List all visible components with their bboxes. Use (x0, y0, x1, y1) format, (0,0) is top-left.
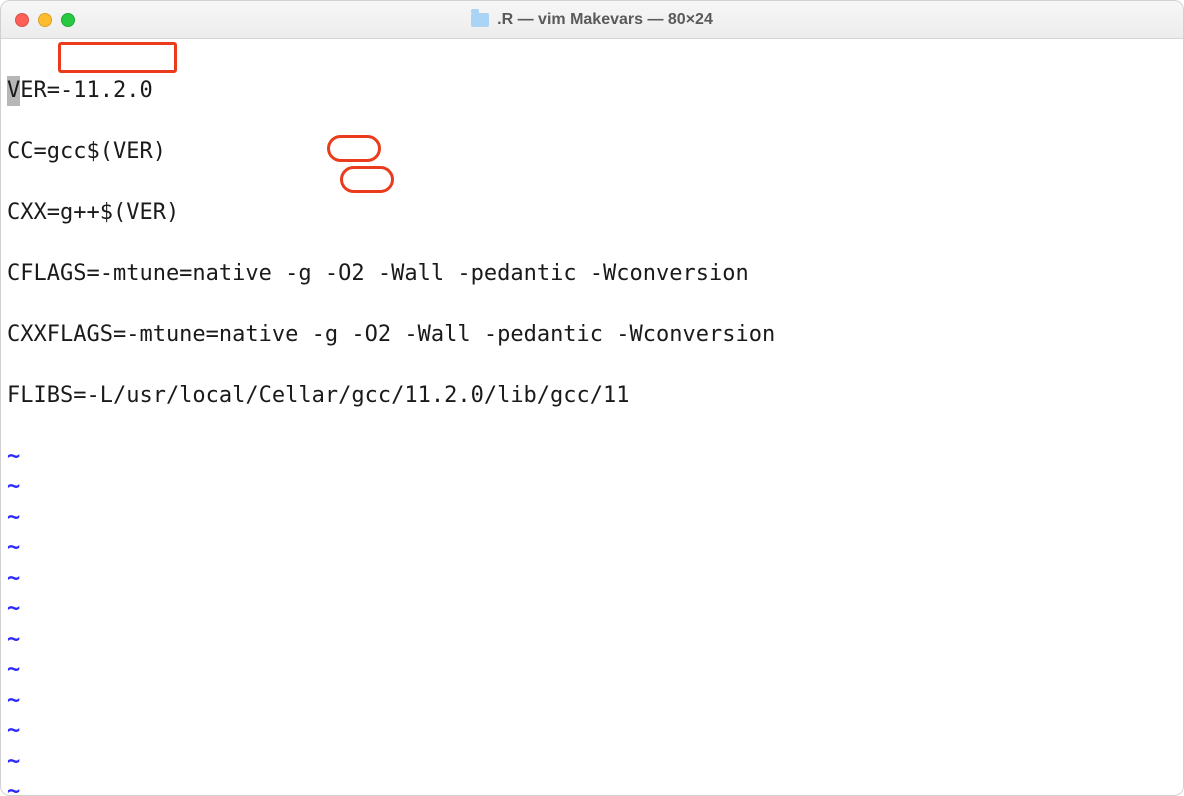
terminal-viewport[interactable]: VER=-11.2.0 CC=gcc$(VER) CXX=g++$(VER) C… (1, 39, 1183, 796)
vim-empty-line: ~ (7, 747, 1177, 778)
text: -Wall -pedantic -Wconversion (391, 322, 775, 347)
editor-line: CXXFLAGS=-mtune=native -g -O2 -Wall -ped… (7, 320, 1177, 351)
tilde-marker: ~ (7, 688, 20, 713)
tilde-marker: ~ (7, 779, 20, 796)
vim-empty-line: ~ (7, 472, 1177, 503)
window-titlebar: .R — vim Makevars — 80×24 (1, 1, 1183, 39)
vim-empty-line: ~ (7, 594, 1177, 625)
tilde-marker: ~ (7, 596, 20, 621)
folder-icon (471, 13, 489, 27)
editor-line: CFLAGS=-mtune=native -g -O2 -Wall -pedan… (7, 259, 1177, 290)
editor-line: CXX=g++$(VER) (7, 198, 1177, 229)
tilde-marker: ~ (7, 505, 20, 530)
traffic-lights (15, 13, 75, 27)
text: ER=-11.2.0 (20, 78, 152, 103)
close-button[interactable] (15, 13, 29, 27)
vim-empty-line: ~ (7, 686, 1177, 717)
tilde-marker: ~ (7, 535, 20, 560)
text-annotated: -O2 (351, 322, 391, 347)
editor-line: CC=gcc$(VER) (7, 137, 1177, 168)
vim-empty-line: ~ (7, 533, 1177, 564)
vim-empty-line: ~ (7, 625, 1177, 656)
vim-empty-line: ~ (7, 777, 1177, 796)
window-title: .R — vim Makevars — 80×24 (471, 11, 713, 29)
vim-empty-line: ~ (7, 442, 1177, 473)
window-title-text: .R — vim Makevars — 80×24 (497, 11, 713, 29)
editor-line: FLIBS=-L/usr/local/Cellar/gcc/11.2.0/lib… (7, 381, 1177, 412)
tilde-marker: ~ (7, 657, 20, 682)
zoom-button[interactable] (61, 13, 75, 27)
vim-empty-line: ~ (7, 716, 1177, 747)
tilde-marker: ~ (7, 718, 20, 743)
annotation-box (58, 42, 177, 73)
terminal-window: .R — vim Makevars — 80×24 VER=-11.2.0 CC… (0, 0, 1184, 796)
editor-line: VER=-11.2.0 (7, 76, 1177, 107)
vim-empty-line: ~ (7, 655, 1177, 686)
text: CXXFLAGS=-mtune=native -g (7, 322, 351, 347)
text: -Wall -pedantic -Wconversion (365, 261, 749, 286)
tilde-marker: ~ (7, 627, 20, 652)
text-annotated: -O2 (325, 261, 365, 286)
tilde-marker: ~ (7, 749, 20, 774)
annotation-pill (340, 166, 394, 193)
tilde-marker: ~ (7, 474, 20, 499)
tilde-marker: ~ (7, 566, 20, 591)
text: CXX=g++$(VER) (7, 200, 179, 225)
text: FLIBS=-L/usr/local/Cellar/gcc/11.2.0/lib… (7, 383, 630, 408)
vim-cursor: V (7, 76, 20, 107)
minimize-button[interactable] (38, 13, 52, 27)
text: CC=gcc$(VER) (7, 139, 166, 164)
vim-empty-line: ~ (7, 503, 1177, 534)
text: CFLAGS=-mtune=native -g (7, 261, 325, 286)
vim-empty-line: ~ (7, 564, 1177, 595)
tilde-marker: ~ (7, 444, 20, 469)
